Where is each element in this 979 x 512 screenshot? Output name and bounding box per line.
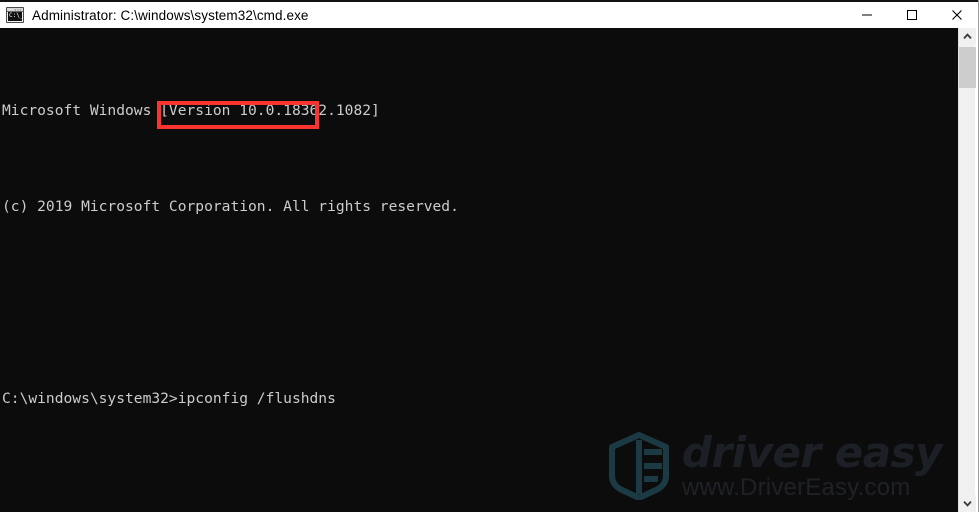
window-controls: [844, 2, 979, 28]
cmd-icon-screen: C:\_: [8, 12, 22, 21]
watermark-text: driver easy www.DriverEasy.com: [681, 428, 943, 501]
chevron-up-icon: [963, 33, 972, 40]
scroll-up-button[interactable]: [959, 28, 976, 45]
vertical-scrollbar[interactable]: [958, 28, 976, 512]
console-line: Microsoft Windows [Version 10.0.18362.10…: [2, 102, 380, 119]
scroll-down-button[interactable]: [959, 495, 976, 512]
console-line-command: C:\windows\system32>ipconfig /flushdns: [2, 390, 336, 407]
maximize-icon: [906, 10, 917, 20]
cmd-window: ••• C:\_ Administrator: C:\windows\syste…: [0, 0, 979, 512]
watermark-brand: driver easy: [681, 428, 943, 477]
window-title: Administrator: C:\windows\system32\cmd.e…: [32, 7, 309, 23]
close-icon: [951, 10, 962, 20]
minimize-button[interactable]: [844, 2, 889, 28]
watermark: driver easy www.DriverEasy.com: [606, 428, 943, 501]
close-button[interactable]: [934, 2, 979, 28]
console-line: (c) 2019 Microsoft Corporation. All righ…: [2, 198, 459, 215]
cmd-icon: ••• C:\_: [6, 7, 24, 23]
maximize-button[interactable]: [889, 2, 934, 28]
driver-easy-logo-icon: [608, 432, 669, 500]
watermark-url: www.DriverEasy.com: [681, 474, 911, 501]
title-bar[interactable]: ••• C:\_ Administrator: C:\windows\syste…: [0, 0, 979, 28]
chevron-down-icon: [963, 500, 972, 507]
minimize-icon: [861, 14, 872, 16]
console-output-area[interactable]: Microsoft Windows [Version 10.0.18362.10…: [0, 28, 958, 512]
console-text: Microsoft Windows [Version 10.0.18362.10…: [2, 31, 459, 512]
scrollbar-thumb[interactable]: [959, 47, 976, 88]
